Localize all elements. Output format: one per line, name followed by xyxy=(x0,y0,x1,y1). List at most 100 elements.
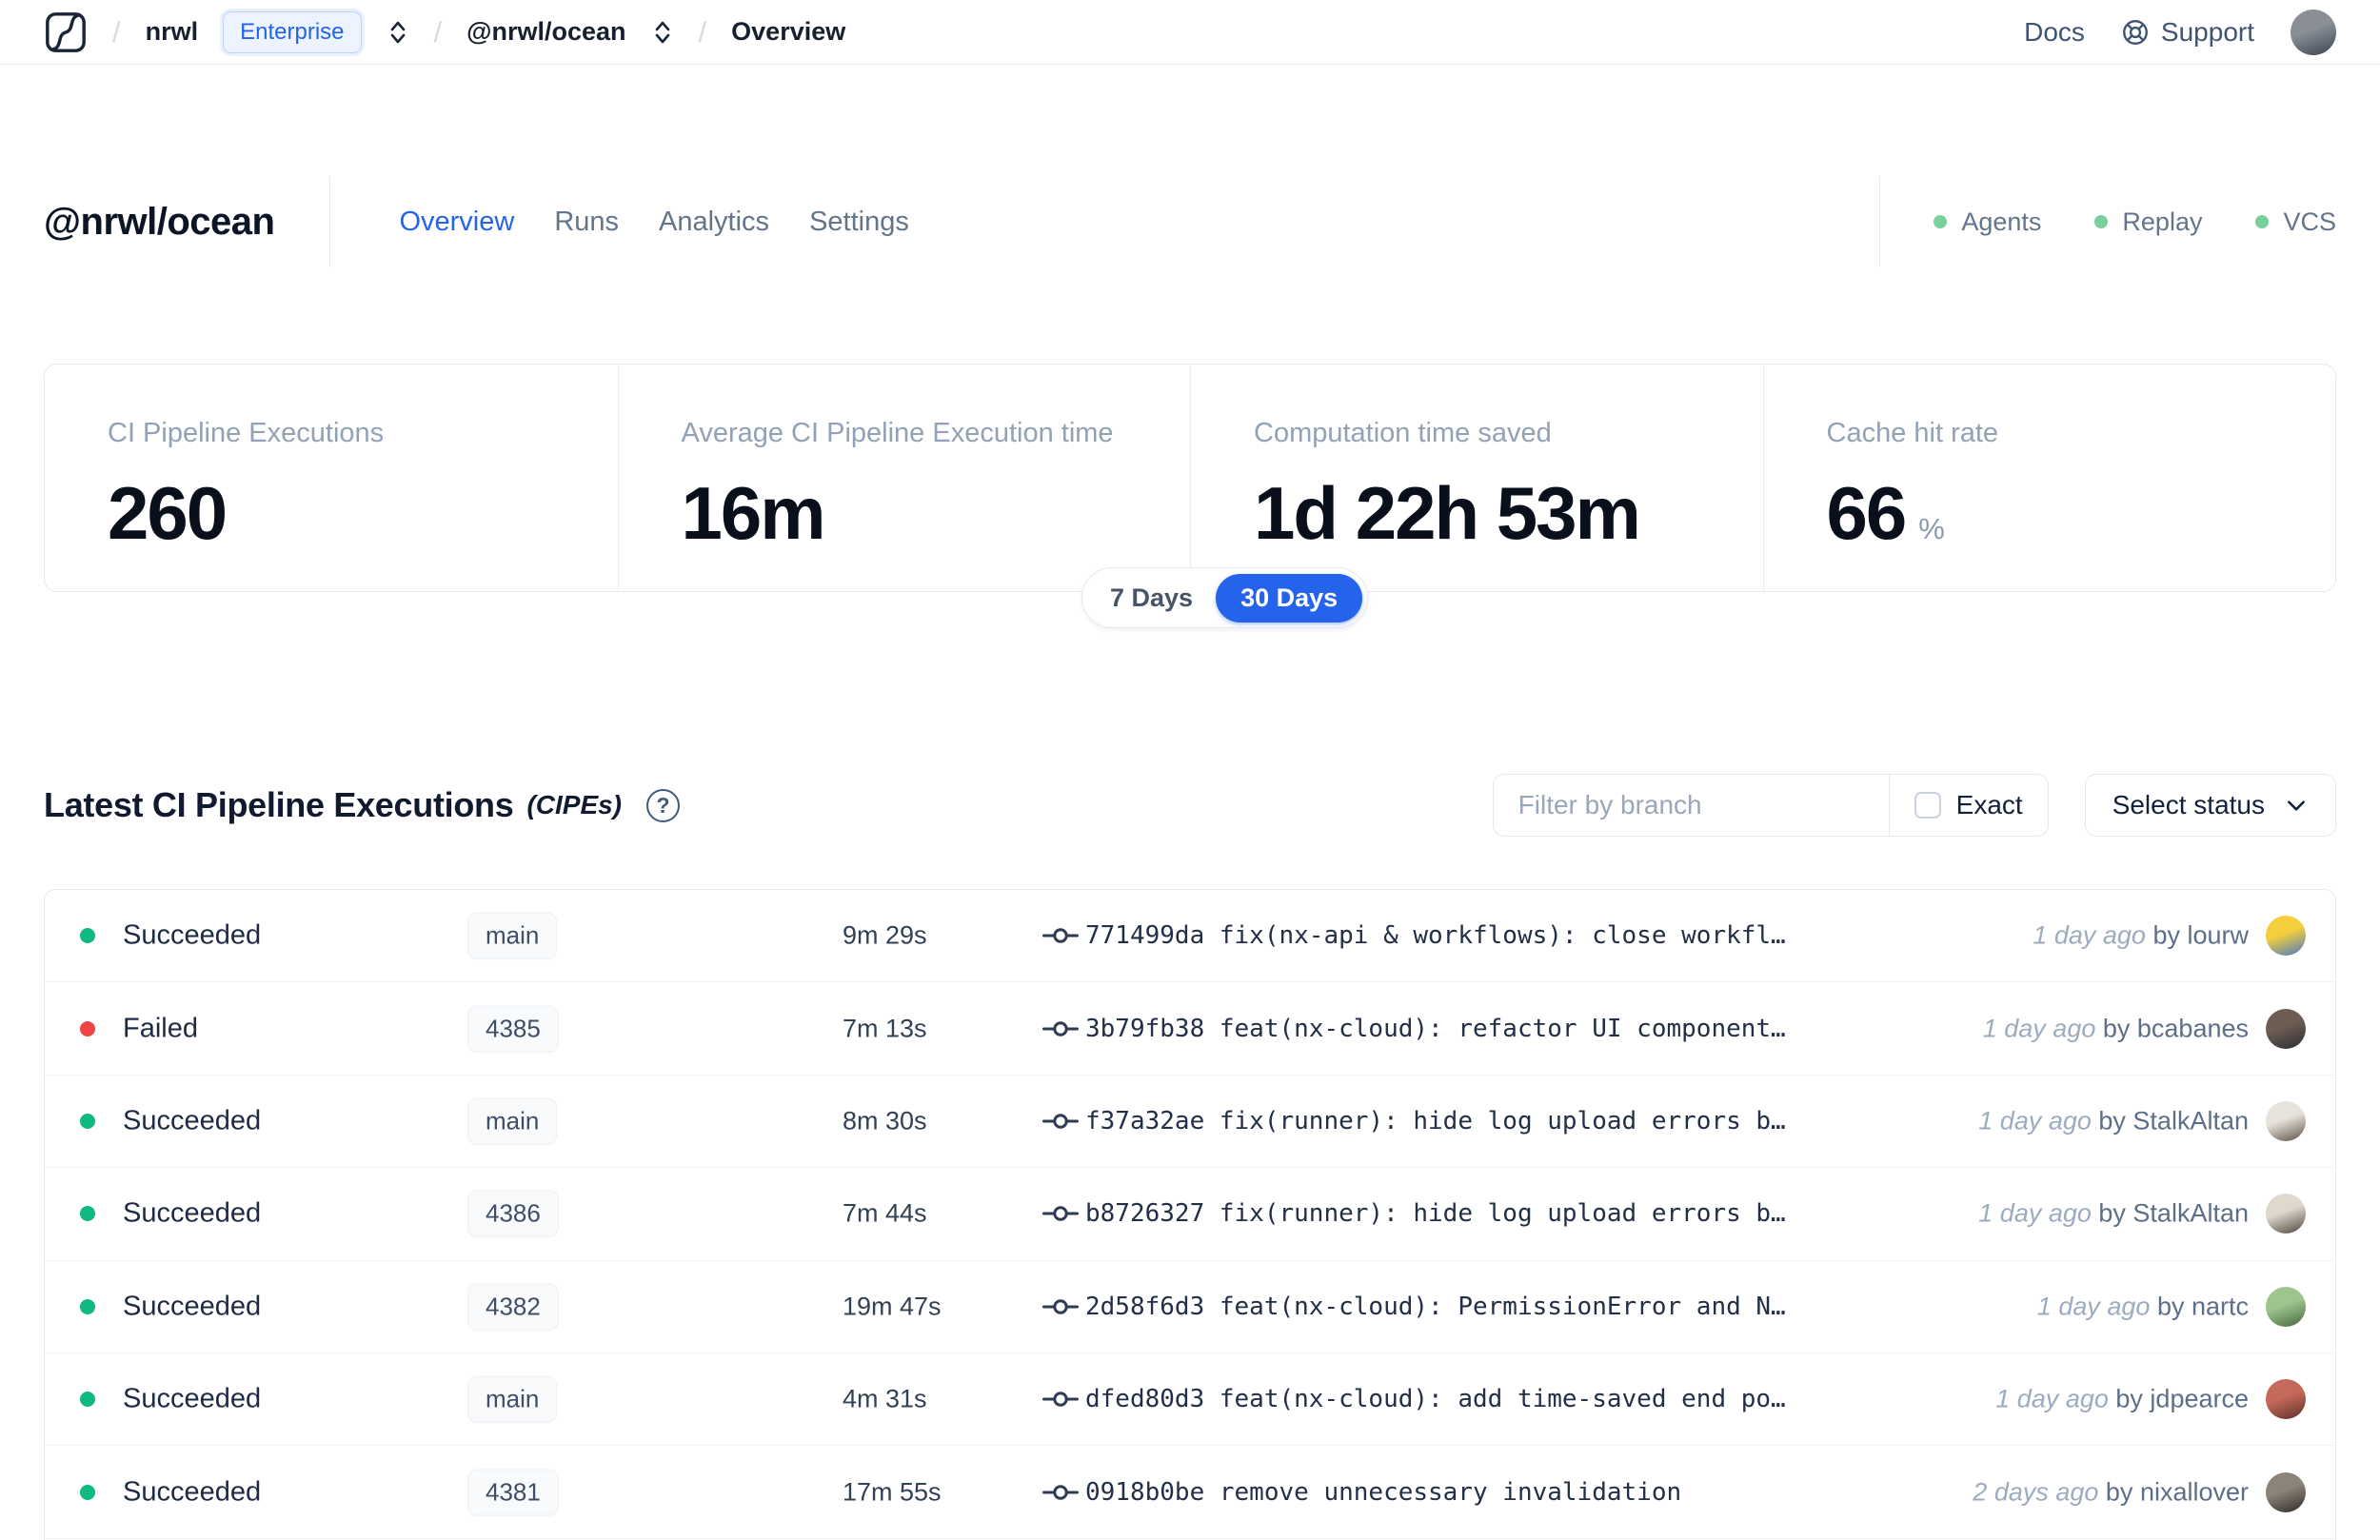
avatar[interactable] xyxy=(2266,1194,2306,1234)
status-label: Succeeded xyxy=(123,1383,262,1414)
avatar[interactable] xyxy=(2266,916,2306,957)
git-commit-icon xyxy=(1042,1481,1079,1504)
breadcrumb-separator: / xyxy=(433,14,443,49)
status-label: Succeeded xyxy=(123,1197,262,1229)
status-dot-icon xyxy=(2255,215,2270,228)
row-meta: 2 days ago by nixallover xyxy=(1973,1477,2249,1507)
commit-message[interactable]: 0918b0be remove unnecessary invalidation xyxy=(1085,1478,1681,1507)
git-commit-icon xyxy=(1042,1295,1079,1318)
row-meta: 1 day ago by bcabanes xyxy=(1983,1014,2249,1043)
commit-message[interactable]: 771499da fix(nx-api & workflows): close … xyxy=(1085,921,1786,950)
range-30-days[interactable]: 30 Days xyxy=(1216,573,1363,622)
branch-badge[interactable]: 4382 xyxy=(467,1283,559,1331)
avatar[interactable] xyxy=(2266,1471,2306,1512)
range-7-days[interactable]: 7 Days xyxy=(1087,583,1216,613)
duration-value: 19m 47s xyxy=(843,1292,942,1321)
branch-badge[interactable]: main xyxy=(467,1097,558,1145)
exact-checkbox[interactable] xyxy=(1914,792,1941,819)
commit-message[interactable]: dfed80d3 feat(nx-cloud): add time-saved … xyxy=(1085,1385,1786,1413)
row-meta: 1 day ago by lourw xyxy=(2033,921,2249,951)
breadcrumb-page: Overview xyxy=(731,17,846,46)
stat-cards: CI Pipeline Executions 260 Average CI Pi… xyxy=(44,364,2336,592)
tab-settings[interactable]: Settings xyxy=(809,207,909,238)
enterprise-badge: Enterprise xyxy=(223,10,362,53)
chevron-down-icon xyxy=(2288,800,2305,811)
branch-badge[interactable]: main xyxy=(467,912,558,959)
duration-value: 4m 31s xyxy=(843,1384,927,1413)
user-avatar[interactable] xyxy=(2291,9,2336,55)
status-label: Succeeded xyxy=(123,1291,262,1322)
timestamp: 1 day ago xyxy=(1982,1014,2096,1043)
tab-overview[interactable]: Overview xyxy=(399,207,514,238)
git-commit-icon xyxy=(1042,924,1079,947)
nx-logo-icon[interactable] xyxy=(44,10,88,54)
duration-value: 8m 30s xyxy=(843,1106,927,1135)
row-meta: 1 day ago by jdpearce xyxy=(1995,1385,2249,1414)
timestamp: 1 day ago xyxy=(1978,1198,2092,1228)
git-commit-icon xyxy=(1042,1388,1079,1411)
duration-value: 9m 29s xyxy=(843,920,927,950)
row-meta: 1 day ago by StalkAltan xyxy=(1978,1199,2249,1229)
avatar[interactable] xyxy=(2266,1379,2306,1420)
docs-link[interactable]: Docs xyxy=(2024,17,2085,48)
commit-message[interactable]: 2d58f6d3 feat(nx-cloud): PermissionError… xyxy=(1085,1293,1786,1321)
table-row[interactable]: Succeeded 4386 7m 44s b8726327 fix(runne… xyxy=(45,1168,2335,1261)
table-row[interactable]: Succeeded 4381 17m 55s 0918b0be remove u… xyxy=(45,1446,2335,1539)
commit-message[interactable]: 3b79fb38 feat(nx-cloud): refactor UI com… xyxy=(1085,1015,1786,1043)
table-row[interactable]: Succeeded 4382 19m 47s 2d58f6d3 feat(nx-… xyxy=(45,1261,2335,1353)
branch-filter-input[interactable] xyxy=(1493,775,1889,836)
service-replay[interactable]: Replay xyxy=(2094,207,2202,237)
timestamp: 2 days ago xyxy=(1973,1477,2099,1507)
workspace-switcher-icon[interactable] xyxy=(651,19,674,46)
commit-message[interactable]: f37a32ae fix(runner): hide log upload er… xyxy=(1085,1107,1786,1135)
service-status-group: Agents Replay VCS xyxy=(1934,207,2336,237)
status-dot xyxy=(80,1298,95,1314)
status-label: Succeeded xyxy=(123,1105,262,1136)
exact-label[interactable]: Exact xyxy=(1956,790,2023,820)
breadcrumb-separator: / xyxy=(112,14,121,49)
row-meta: 1 day ago by StalkAltan xyxy=(1978,1106,2249,1135)
help-icon[interactable]: ? xyxy=(646,788,681,822)
branch-badge[interactable]: main xyxy=(467,1375,558,1423)
author: by nixallover xyxy=(2105,1477,2249,1507)
commit-message[interactable]: b8726327 fix(runner): hide log upload er… xyxy=(1085,1199,1786,1228)
branch-badge[interactable]: 4386 xyxy=(467,1190,559,1237)
status-select-dropdown[interactable]: Select status xyxy=(2084,774,2336,837)
avatar[interactable] xyxy=(2266,1100,2306,1141)
org-switcher-icon[interactable] xyxy=(387,19,409,46)
table-row[interactable]: Succeeded main 8m 30s f37a32ae fix(runne… xyxy=(45,1076,2335,1169)
avatar[interactable] xyxy=(2266,1286,2306,1327)
git-commit-icon xyxy=(1042,1017,1079,1040)
branch-badge[interactable]: 4381 xyxy=(467,1469,559,1516)
table-row[interactable]: Failed 4385 7m 13s 3b79fb38 feat(nx-clou… xyxy=(45,982,2335,1076)
breadcrumb-workspace[interactable]: @nrwl/ocean xyxy=(466,17,625,47)
avatar[interactable] xyxy=(2266,1008,2306,1049)
top-nav: / nrwl Enterprise / @nrwl/ocean / Overvi… xyxy=(0,0,2380,65)
status-label: Succeeded xyxy=(123,1476,262,1508)
breadcrumb-separator: / xyxy=(698,14,707,49)
stat-ci-pipeline-executions: CI Pipeline Executions 260 xyxy=(108,418,385,555)
breadcrumb-org[interactable]: nrwl xyxy=(146,17,199,47)
service-vcs[interactable]: VCS xyxy=(2255,207,2336,237)
tab-runs[interactable]: Runs xyxy=(554,207,619,238)
table-row[interactable]: Succeeded main 4m 31s dfed80d3 feat(nx-c… xyxy=(45,1353,2335,1447)
timestamp: 1 day ago xyxy=(1995,1384,2109,1413)
service-agents[interactable]: Agents xyxy=(1934,207,2041,237)
workspace-tabs: Overview Runs Analytics Settings xyxy=(399,207,908,238)
status-dot-icon xyxy=(1934,215,1948,228)
status-label: Succeeded xyxy=(123,919,262,951)
status-dot-icon xyxy=(2094,215,2109,228)
branch-badge[interactable]: 4385 xyxy=(467,1005,559,1053)
duration-value: 17m 55s xyxy=(843,1477,942,1507)
stat-average-execution-time: Average CI Pipeline Execution time 16m xyxy=(617,365,1191,591)
support-link[interactable]: Support xyxy=(2121,17,2254,48)
table-row[interactable]: Succeeded main 9m 29s 771499da fix(nx-ap… xyxy=(45,890,2335,983)
duration-value: 7m 13s xyxy=(843,1014,927,1043)
executions-table: Succeeded main 9m 29s 771499da fix(nx-ap… xyxy=(44,889,2336,1540)
stat-computation-time-saved: Computation time saved 1d 22h 53m xyxy=(1190,365,1763,591)
status-dot xyxy=(80,1392,95,1408)
page-title: @nrwl/ocean xyxy=(44,200,275,243)
executions-section-bar: Latest CI Pipeline Executions (CIPEs) ? … xyxy=(44,773,2336,838)
breadcrumb: / nrwl Enterprise / @nrwl/ocean / Overvi… xyxy=(44,10,845,54)
tab-analytics[interactable]: Analytics xyxy=(659,207,769,238)
